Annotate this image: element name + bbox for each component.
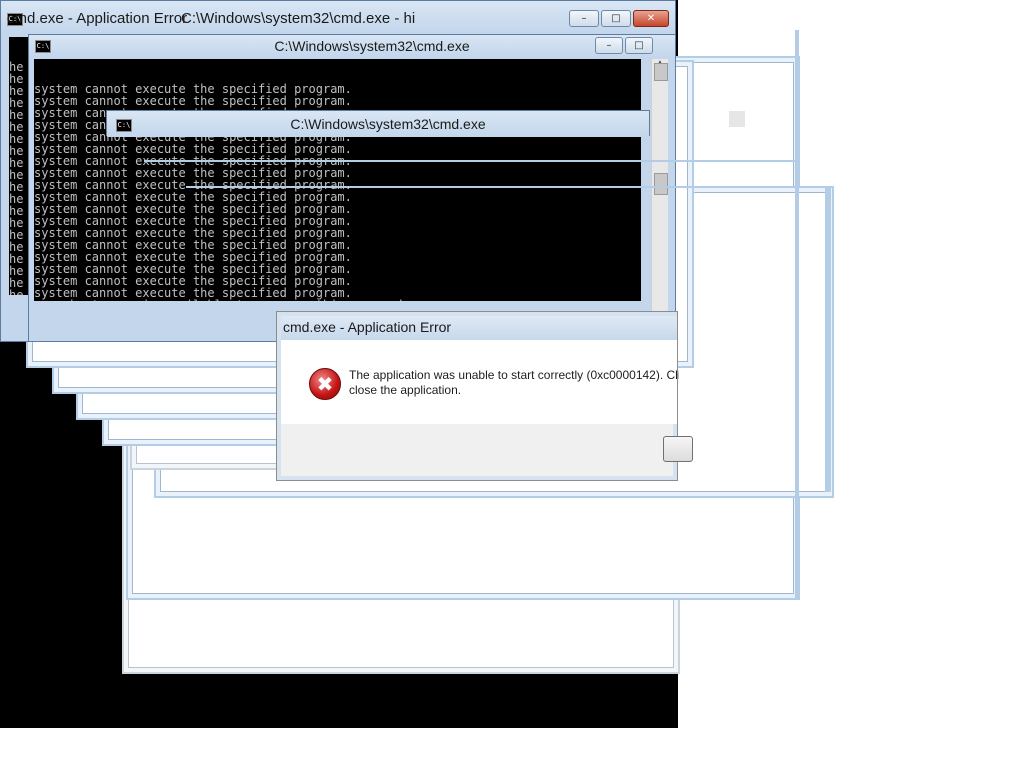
ghost-square bbox=[729, 111, 745, 127]
error-message-line2: close the application. bbox=[349, 383, 462, 397]
cmd-icon: C:\ bbox=[35, 40, 51, 53]
maximize-button[interactable]: □ bbox=[601, 10, 631, 27]
console-scrollbar[interactable]: ▲ ▼ bbox=[651, 59, 668, 341]
console-line: enough storage is available to process t… bbox=[34, 299, 641, 301]
maximize-icon: □ bbox=[634, 40, 644, 51]
cmd-window-title: C:\Windows\system32\cmd.exe bbox=[274, 38, 470, 54]
ghost-window-edge bbox=[825, 186, 831, 492]
error-message-line1: The application was unable to start corr… bbox=[349, 368, 679, 382]
error-x-icon: ✖ bbox=[309, 368, 341, 400]
cmd-window[interactable]: C:\ C:\Windows\system32\cmd.exe – □ syst… bbox=[28, 34, 676, 342]
back-window-title-overlap-text: C:\Windows\system32\cmd.exe - hi bbox=[181, 10, 416, 27]
cmd-window-front-titlebar[interactable]: C:\ C:\Windows\system32\cmd.exe bbox=[107, 111, 649, 137]
minimize-icon: – bbox=[581, 13, 587, 24]
scroll-thumb-ghost bbox=[654, 173, 668, 195]
error-dialog-title: cmd.exe - Application Error bbox=[283, 319, 452, 335]
maximize-button[interactable]: □ bbox=[625, 37, 653, 54]
maximize-icon: □ bbox=[611, 13, 621, 24]
redraw-line bbox=[144, 160, 798, 162]
minimize-button[interactable]: – bbox=[569, 10, 599, 27]
ghost-window-edge bbox=[795, 30, 799, 600]
console-output[interactable]: system cannot execute the specified prog… bbox=[34, 59, 641, 301]
back-window-title-text: cmd.exe - Application Error bbox=[7, 10, 188, 27]
cmd-window-titlebar[interactable]: C:\ C:\Windows\system32\cmd.exe – □ bbox=[29, 35, 675, 57]
close-icon: ✕ bbox=[646, 13, 656, 24]
application-error-dialog[interactable]: cmd.exe - Application Error ✖ The applic… bbox=[276, 311, 693, 481]
error-message: The application was unable to start corr… bbox=[349, 368, 679, 398]
cmd-window-front-title: C:\Windows\system32\cmd.exe bbox=[290, 116, 486, 132]
minimize-icon: – bbox=[606, 40, 612, 51]
cmd-window-front[interactable]: C:\ C:\Windows\system32\cmd.exe bbox=[106, 110, 650, 137]
scroll-thumb[interactable] bbox=[654, 63, 668, 81]
minimize-button[interactable]: – bbox=[595, 37, 623, 54]
back-window-titlebar[interactable]: C:\ cmd.exe - Application Error C:\Windo… bbox=[1, 1, 675, 33]
redraw-line bbox=[186, 186, 826, 188]
close-program-button[interactable] bbox=[663, 436, 693, 462]
close-button[interactable]: ✕ bbox=[633, 10, 669, 27]
